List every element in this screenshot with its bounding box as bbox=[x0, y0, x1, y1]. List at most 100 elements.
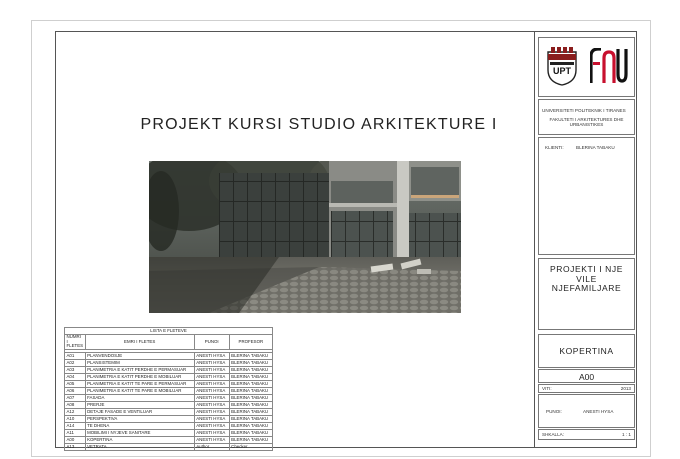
worker-cell: ANESTI HYSA bbox=[193, 414, 230, 423]
professor-cell: BLERINA TABAKU bbox=[228, 372, 274, 381]
sheet-number-cell: A08 bbox=[64, 400, 86, 409]
project-line3: NJEFAMILJARE bbox=[551, 283, 622, 294]
year-value: 2013 bbox=[620, 386, 631, 391]
professor-cell: BLERINA TABAKU bbox=[228, 414, 274, 423]
client-value: BLERINA TABAKU bbox=[576, 145, 615, 150]
table-row: A03 PLANIMETRIA E KATIT PERDHE E PERMASUA… bbox=[64, 365, 274, 374]
sheet-number: A00 bbox=[578, 372, 595, 382]
sheet-name-cell: PLANIMETRIA E KATIT TE PARE E PERMASUAR bbox=[84, 379, 195, 388]
sheet-name-cell: TE DHENA bbox=[84, 421, 195, 430]
work-value: ANESTI HYSA bbox=[583, 409, 614, 414]
sheet-list-title: LISTA E FLETEVE bbox=[64, 327, 273, 335]
sheet-name-cell: PLANSISTEMIM bbox=[84, 358, 195, 367]
header-professor: PROFESOR bbox=[228, 334, 274, 350]
professor-cell: BLERINA TABAKU bbox=[228, 407, 274, 416]
header-number: NUMRI I FLETES bbox=[64, 334, 86, 350]
sheet-name-cell: FASADA bbox=[84, 393, 195, 402]
sheet-number-cell: A05 bbox=[64, 379, 86, 388]
table-row: A10 PERSPEKTIVA ANESTI HYSA BLERINA TABAKU bbox=[64, 414, 274, 423]
university-cell: UNIVERSITETI POLITEKNIK I TIRANES FAKULT… bbox=[538, 99, 635, 135]
client-cell: KLIENTI: BLERINA TABAKU bbox=[538, 137, 635, 255]
table-row: A00 KOPERTINA ANESTI HYSA BLERINA TABAKU bbox=[64, 435, 274, 444]
sheet-number-cell: A14 bbox=[64, 421, 86, 430]
project-cell: PROJEKTI I NJE VILE NJEFAMILJARE bbox=[538, 258, 635, 330]
sheet-number-cell: A10 bbox=[64, 414, 86, 423]
worker-cell: ANESTI HYSA bbox=[193, 428, 230, 437]
sheet-number-cell: A03 bbox=[64, 365, 86, 374]
sheet-list-table: LISTA E FLETEVE NUMRI I FLETES EMRI I FL… bbox=[64, 327, 274, 451]
sheet-name-cell: PLANIMETRIA E KATIT TE PARE E MOBILUAR bbox=[84, 386, 195, 395]
faculty-line2: URBANISTIKES bbox=[569, 122, 604, 127]
year-cell: VITI: 2013 bbox=[538, 384, 635, 393]
sheet-number-cell: A12 bbox=[64, 407, 86, 416]
table-row: A07 FASADA ANESTI HYSA BLERINA TABAKU bbox=[64, 393, 274, 402]
professor-cell: BLERINA TABAKU bbox=[228, 351, 274, 360]
professor-cell: BLERINA TABAKU bbox=[228, 435, 274, 444]
sheet-number-cell: A00 bbox=[538, 369, 635, 383]
upt-logo: UPT bbox=[546, 46, 578, 86]
worker-cell: ANESTI HYSA bbox=[193, 421, 230, 430]
header-worker: PUNOI bbox=[193, 334, 230, 350]
sheet-number-cell: A06 bbox=[64, 386, 86, 395]
sheet-number-cell: A00 bbox=[64, 435, 86, 444]
upt-logo-text: UPT bbox=[553, 66, 571, 76]
professor-cell: BLERINA TABAKU bbox=[228, 393, 274, 402]
worker-cell: ANESTI HYSA bbox=[193, 407, 230, 416]
sheet-number-cell: A01 bbox=[64, 351, 86, 360]
table-row: A02 PLANSISTEMIM ANESTI HYSA BLERINA TABAKU bbox=[64, 358, 274, 367]
sheet-name-cell: VETRATA bbox=[84, 442, 195, 451]
drawing-name-cell: KOPERTINA bbox=[538, 334, 635, 368]
university-name: UNIVERSITETI POLITEKNIK I TIRANES bbox=[542, 108, 626, 113]
worker-cell: ANESTI HYSA bbox=[193, 393, 230, 402]
title-block: UNIVERSITETI POLITEKNIK I TIRANES FAKULT… bbox=[534, 31, 637, 448]
professor-cell: BLERINA TABAKU bbox=[228, 386, 274, 395]
table-row: A04 PLANIMETRIA E KATIT PERDHE E MOBILUAR… bbox=[64, 372, 274, 381]
sheet-number-cell: A07 bbox=[64, 393, 86, 402]
scale-value: 1 : 1 bbox=[622, 432, 631, 437]
drawing-name: KOPERTINA bbox=[559, 346, 614, 356]
professor-cell: BLERINA TABAKU bbox=[228, 358, 274, 367]
professor-cell: BLERINA TABAKU bbox=[228, 421, 274, 430]
table-row: A06 PLANIMETRIA E KATIT TE PARE E MOBILUA… bbox=[64, 386, 274, 395]
worker-cell: ANESTI HYSA bbox=[193, 365, 230, 374]
sheet-number-cell: A13 bbox=[64, 442, 86, 451]
worker-cell: ANESTI HYSA bbox=[193, 386, 230, 395]
sheet-name-cell: PLANIMETRIA E KATIT PERDHE E MOBILUAR bbox=[84, 372, 195, 381]
table-row: A01 PLANVENDOSJE ANESTI HYSA BLERINA TABAKU bbox=[64, 351, 274, 360]
worker-cell: ANESTI HYSA bbox=[193, 351, 230, 360]
scale-label: SHKALLA: bbox=[542, 432, 564, 437]
header-name: EMRI I FLETES bbox=[84, 334, 195, 350]
sheet-number-cell: A04 bbox=[64, 372, 86, 381]
worker-cell: ANESTI HYSA bbox=[193, 372, 230, 381]
table-row: A05 PLANIMETRIA E KATIT TE PARE E PERMASU… bbox=[64, 379, 274, 388]
professor-cell: Checker bbox=[228, 442, 274, 451]
work-label: PUNOI: bbox=[546, 409, 562, 414]
sheet-name-cell: MOBILIMI I NYJEVE SANITARE bbox=[84, 428, 195, 437]
year-label: VITI: bbox=[542, 386, 552, 391]
table-row: A14 TE DHENA ANESTI HYSA BLERINA TABAKU bbox=[64, 421, 274, 430]
client-label: KLIENTI: bbox=[545, 145, 564, 150]
table-row: A13 VETRATA Author Checker bbox=[64, 442, 274, 451]
worker-cell: PUNOI: ANESTI HYSA bbox=[538, 394, 635, 428]
fau-logo-icon bbox=[589, 47, 628, 84]
professor-cell: BLERINA TABAKU bbox=[228, 400, 274, 409]
sheet-name-cell: KOPERTINA bbox=[84, 435, 195, 444]
table-row: A11 MOBILIMI I NYJEVE SANITARE ANESTI HYSA… bbox=[64, 428, 274, 437]
table-row: A08 PRERJE ANESTI HYSA BLERINA TABAKU bbox=[64, 400, 274, 409]
sheet-name-cell: PLANIMETRIA E KATIT PERDHE E PERMASUAR bbox=[84, 365, 195, 374]
worker-cell: Author bbox=[193, 442, 230, 451]
table-row: A12 DETAJE FASADE E VENTILUAR ANESTI HYSA B… bbox=[64, 407, 274, 416]
worker-cell: ANESTI HYSA bbox=[193, 379, 230, 388]
sheet-title: PROJEKT KURSI STUDIO ARKITEKTURE I bbox=[140, 116, 498, 133]
sheet-number-cell: A11 bbox=[64, 428, 86, 437]
professor-cell: BLERINA TABAKU bbox=[228, 428, 274, 437]
sheet-name-cell: PERSPEKTIVA bbox=[84, 414, 195, 423]
worker-cell: ANESTI HYSA bbox=[193, 435, 230, 444]
sheet-name-cell: PLANVENDOSJE bbox=[84, 351, 195, 360]
sheet-name-cell: DETAJE FASADE E VENTILUAR bbox=[84, 407, 195, 416]
professor-cell: BLERINA TABAKU bbox=[228, 365, 274, 374]
sheet-name-cell: PRERJE bbox=[84, 400, 195, 409]
scale-cell: SHKALLA: 1 : 1 bbox=[538, 429, 635, 440]
sheet-number-cell: A02 bbox=[64, 358, 86, 367]
worker-cell: ANESTI HYSA bbox=[193, 358, 230, 367]
